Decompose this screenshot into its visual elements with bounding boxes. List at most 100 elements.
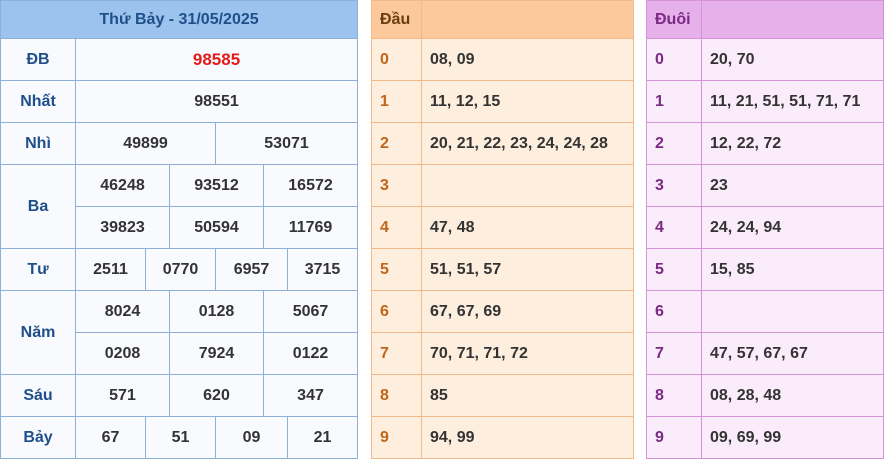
duoi-values: 08, 28, 48 [701, 374, 884, 417]
dau-key: 6 [371, 290, 422, 333]
duoi-row: 1 11, 21, 51, 51, 71, 71 [646, 80, 884, 123]
dau-key: 9 [371, 416, 422, 459]
dau-header: Đầu [371, 0, 422, 39]
prize-number: 8024 [75, 290, 170, 333]
prize-number: 49899 [75, 122, 216, 165]
prize-number: 6957 [215, 248, 288, 291]
duoi-header-blank [701, 0, 884, 39]
prize-row-nhat: Nhất 98551 [0, 80, 359, 123]
prize-number: 5067 [262, 290, 359, 333]
prize-label: Nhì [0, 122, 76, 165]
prize-number: 11769 [262, 206, 359, 249]
duoi-values: 09, 69, 99 [701, 416, 884, 459]
dau-row: 2 20, 21, 22, 23, 24, 24, 28 [371, 122, 634, 165]
dau-values: 67, 67, 69 [421, 290, 634, 333]
dau-values: 08, 09 [421, 38, 634, 81]
dau-row: 4 47, 48 [371, 206, 634, 249]
duoi-values: 20, 70 [701, 38, 884, 81]
duoi-key: 6 [646, 290, 702, 333]
prize-row-db: ĐB 98585 [0, 38, 359, 81]
dau-row: 9 94, 99 [371, 416, 634, 459]
duoi-key: 3 [646, 164, 702, 207]
duoi-row: 0 20, 70 [646, 38, 884, 81]
duoi-key: 8 [646, 374, 702, 417]
duoi-key: 7 [646, 332, 702, 375]
dau-values: 85 [421, 374, 634, 417]
prize-label: ĐB [0, 38, 76, 81]
prize-number: 2511 [75, 248, 146, 291]
prize-label: Nhất [0, 80, 76, 123]
dau-key: 0 [371, 38, 422, 81]
prize-number: 16572 [262, 164, 359, 207]
results-title: Thứ Bảy - 31/05/2025 [0, 0, 359, 39]
dau-key: 2 [371, 122, 422, 165]
prize-number: 98551 [74, 80, 359, 123]
prize-number: 0128 [169, 290, 264, 333]
prize-number: 51 [145, 416, 216, 459]
duoi-row: 4 24, 24, 94 [646, 206, 884, 249]
dau-row: 7 70, 71, 71, 72 [371, 332, 634, 375]
prize-label: Sáu [0, 374, 76, 417]
dau-values: 51, 51, 57 [421, 248, 634, 291]
dau-row: 6 67, 67, 69 [371, 290, 634, 333]
duoi-values: 23 [701, 164, 884, 207]
dau-table: Đầu 0 08, 09 1 11, 12, 15 2 20, 21, 22, 23,… [371, 0, 634, 459]
prize-label: Bảy [0, 416, 76, 459]
duoi-values: 11, 21, 51, 51, 71, 71 [701, 80, 884, 123]
dau-values: 47, 48 [421, 206, 634, 249]
prize-number: 7924 [169, 332, 264, 375]
dau-key: 4 [371, 206, 422, 249]
prize-number: 0122 [262, 332, 359, 375]
prize-number: 39823 [75, 206, 170, 249]
prize-number: 0208 [75, 332, 170, 375]
prize-row-tu: Tư 2511 0770 6957 3715 [0, 248, 359, 291]
prize-number: 571 [75, 374, 170, 417]
prize-number: 347 [262, 374, 359, 417]
prize-row-ba: Ba 46248 93512 16572 [0, 164, 359, 249]
dau-key: 1 [371, 80, 422, 123]
duoi-row: 5 15, 85 [646, 248, 884, 291]
prize-number: 0770 [145, 248, 216, 291]
duoi-row: 7 47, 57, 67, 67 [646, 332, 884, 375]
duoi-row: 9 09, 69, 99 [646, 416, 884, 459]
prize-number: 46248 [75, 164, 170, 207]
results-table: Thứ Bảy - 31/05/2025 ĐB 98585 Nhất 98551… [0, 0, 359, 459]
dau-row: 3 [371, 164, 634, 207]
prize-row-sau: Sáu 571 620 347 [0, 374, 359, 417]
duoi-key: 1 [646, 80, 702, 123]
prize-number: 09 [215, 416, 288, 459]
prize-label: Tư [0, 248, 76, 291]
dau-key: 8 [371, 374, 422, 417]
prize-number: 50594 [169, 206, 264, 249]
dau-row: 5 51, 51, 57 [371, 248, 634, 291]
duoi-key: 9 [646, 416, 702, 459]
duoi-header: Đuôi [646, 0, 702, 39]
duoi-row: 2 12, 22, 72 [646, 122, 884, 165]
duoi-row: 6 [646, 290, 884, 333]
duoi-values: 47, 57, 67, 67 [701, 332, 884, 375]
dau-values: 94, 99 [421, 416, 634, 459]
prize-number: 93512 [169, 164, 264, 207]
prize-number: 620 [169, 374, 264, 417]
prize-number: 21 [286, 416, 359, 459]
prize-row-nhi: Nhì 49899 53071 [0, 122, 359, 165]
duoi-values: 24, 24, 94 [701, 206, 884, 249]
duoi-key: 2 [646, 122, 702, 165]
dau-values: 11, 12, 15 [421, 80, 634, 123]
dau-row: 0 08, 09 [371, 38, 634, 81]
dau-row: 1 11, 12, 15 [371, 80, 634, 123]
prize-number: 3715 [286, 248, 359, 291]
dau-key: 7 [371, 332, 422, 375]
prize-label: Năm [0, 290, 76, 375]
prize-label: Ba [0, 164, 76, 249]
dau-header-blank [421, 0, 634, 39]
duoi-row: 8 08, 28, 48 [646, 374, 884, 417]
dau-key: 5 [371, 248, 422, 291]
prize-number: 53071 [214, 122, 359, 165]
duoi-key: 0 [646, 38, 702, 81]
prize-number: 67 [75, 416, 146, 459]
dau-key: 3 [371, 164, 422, 207]
duoi-values [701, 290, 884, 333]
duoi-values: 12, 22, 72 [701, 122, 884, 165]
prize-row-nam: Năm 8024 0128 5067 [0, 290, 359, 375]
